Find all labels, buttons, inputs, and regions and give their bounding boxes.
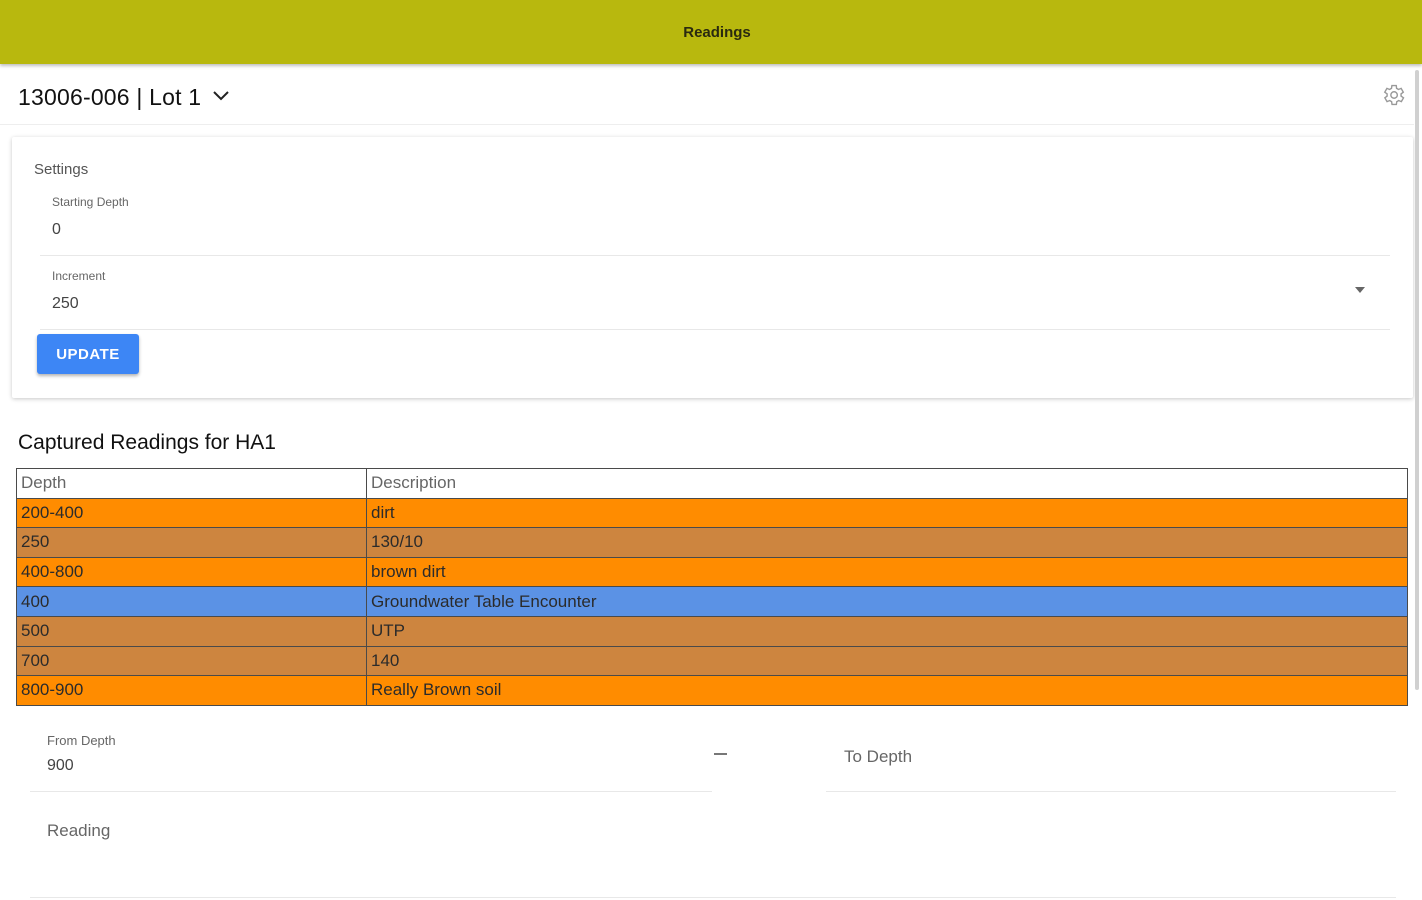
- depth-cell: 500: [16, 615, 367, 647]
- reading-input[interactable]: Reading: [30, 807, 1396, 898]
- reading-placeholder: Reading: [47, 821, 111, 840]
- table-row[interactable]: 700 140: [16, 645, 1408, 677]
- description-cell: dirt: [366, 497, 1408, 529]
- settings-card: Settings Starting Depth 0 Increment 250 …: [12, 137, 1413, 398]
- column-header-description: Description: [366, 468, 1408, 499]
- table-row[interactable]: 500 UTP: [16, 615, 1408, 647]
- app-bar: Readings: [0, 0, 1422, 64]
- project-header: 13006-006 | Lot 1: [0, 64, 1414, 125]
- table-row[interactable]: 250 130/10: [16, 527, 1408, 558]
- depth-cell: 400-800: [16, 556, 367, 588]
- table-header-row: Depth Description: [16, 468, 1408, 499]
- description-cell: brown dirt: [366, 556, 1408, 588]
- depth-cell: 250: [16, 527, 367, 558]
- to-depth-placeholder: To Depth: [844, 747, 913, 766]
- from-depth-label: From Depth: [47, 733, 116, 748]
- increment-label: Increment: [52, 269, 106, 283]
- table-row[interactable]: 200-400 dirt: [16, 497, 1408, 529]
- project-selector[interactable]: 13006-006 | Lot 1: [18, 84, 230, 111]
- description-cell: UTP: [366, 615, 1408, 647]
- starting-depth-field[interactable]: Starting Depth 0: [40, 195, 1390, 256]
- increment-value: 250: [52, 295, 79, 312]
- column-header-depth: Depth: [16, 468, 367, 499]
- readings-section-title: Captured Readings for HA1: [18, 431, 276, 454]
- range-dash: [714, 753, 727, 755]
- depth-cell: 800-900: [16, 675, 367, 706]
- from-depth-input[interactable]: From Depth 900: [30, 715, 712, 792]
- increment-select[interactable]: Increment 250: [40, 269, 1390, 330]
- reading-entry-form: From Depth 900 To Depth Reading: [12, 715, 1413, 900]
- update-button[interactable]: UPDATE: [37, 334, 139, 374]
- settings-title: Settings: [34, 161, 89, 178]
- readings-table: Depth Description 200-400 dirt 250 130/1…: [16, 468, 1408, 706]
- project-title: 13006-006 | Lot 1: [18, 84, 202, 110]
- from-depth-value: 900: [47, 757, 74, 774]
- description-cell: 140: [366, 645, 1408, 677]
- depth-cell: 700: [16, 645, 367, 677]
- depth-cell: 200-400: [16, 497, 367, 529]
- app-bar-title: Readings: [683, 23, 751, 41]
- starting-depth-label: Starting Depth: [52, 195, 129, 209]
- table-row[interactable]: 400 Groundwater Table Encounter: [16, 586, 1408, 617]
- description-cell: Really Brown soil: [366, 675, 1408, 706]
- table-row[interactable]: 400-800 brown dirt: [16, 556, 1408, 588]
- chevron-down-icon: [213, 90, 230, 101]
- to-depth-input[interactable]: To Depth: [826, 715, 1396, 792]
- description-cell: 130/10: [366, 527, 1408, 558]
- scrollbar[interactable]: [1415, 70, 1419, 690]
- dropdown-arrow-icon[interactable]: [1355, 287, 1365, 293]
- depth-cell: 400: [16, 586, 367, 617]
- gear-icon[interactable]: [1380, 82, 1406, 108]
- starting-depth-value: 0: [52, 221, 61, 238]
- description-cell: Groundwater Table Encounter: [366, 586, 1408, 617]
- table-row[interactable]: 800-900 Really Brown soil: [16, 675, 1408, 706]
